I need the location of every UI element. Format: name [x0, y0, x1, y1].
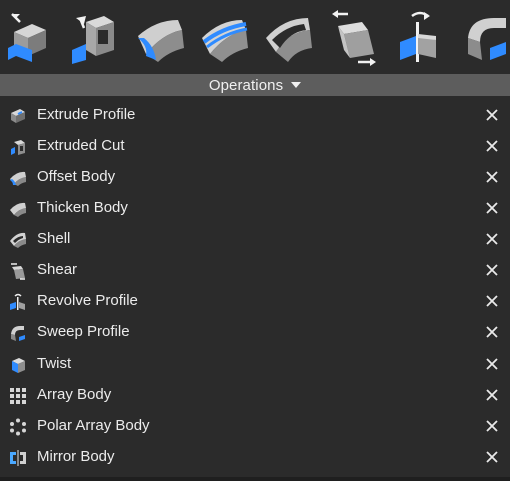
close-icon[interactable] — [484, 449, 500, 465]
list-item-label: Revolve Profile — [37, 292, 138, 309]
close-icon[interactable] — [484, 262, 500, 278]
extruded-cut-tool-icon[interactable] — [66, 8, 120, 66]
list-item-label: Extrude Profile — [37, 106, 136, 123]
list-item-label: Twist — [37, 355, 72, 372]
list-item-thicken-body[interactable]: Thicken Body — [0, 193, 510, 224]
close-icon[interactable] — [484, 356, 500, 372]
array-icon — [10, 388, 26, 404]
list-item-extrude-profile[interactable]: Extrude Profile — [0, 100, 510, 131]
thicken-body-tool-icon[interactable] — [198, 8, 252, 66]
extruded-cut-icon — [11, 140, 25, 155]
close-icon[interactable] — [484, 200, 500, 216]
shell-icon — [10, 232, 26, 248]
list-item-label: Array Body — [37, 386, 112, 403]
close-icon[interactable] — [484, 418, 500, 434]
list-item-revolve-profile[interactable]: Revolve Profile — [0, 286, 510, 317]
list-item-array-body[interactable]: Array Body — [0, 380, 510, 411]
operations-list: Extrude Profile Extruded Cut Offset Body… — [0, 100, 510, 477]
thicken-body-icon — [10, 202, 26, 217]
list-item-label: Thicken Body — [37, 199, 128, 216]
shear-tool-icon[interactable] — [328, 8, 382, 66]
list-item-extruded-cut[interactable]: Extruded Cut — [0, 131, 510, 162]
list-item-shell[interactable]: Shell — [0, 224, 510, 255]
polar-array-icon — [10, 418, 26, 436]
close-icon[interactable] — [484, 231, 500, 247]
offset-body-tool-icon[interactable] — [134, 8, 188, 66]
close-icon[interactable] — [484, 138, 500, 154]
extrude-icon — [11, 109, 25, 123]
operations-toolbar — [0, 0, 510, 72]
bottom-edge — [0, 477, 510, 481]
shear-icon — [11, 263, 25, 280]
close-icon[interactable] — [484, 387, 500, 403]
list-item-twist[interactable]: Twist — [0, 349, 510, 380]
list-item-offset-body[interactable]: Offset Body — [0, 162, 510, 193]
list-item-label: Mirror Body — [37, 448, 115, 465]
close-icon[interactable] — [484, 169, 500, 185]
close-icon[interactable] — [484, 324, 500, 340]
chevron-down-icon[interactable] — [291, 82, 302, 88]
operations-header[interactable]: Operations — [0, 74, 510, 96]
shell-tool-icon[interactable] — [262, 8, 316, 66]
close-icon[interactable] — [484, 107, 500, 123]
list-item-label: Sweep Profile — [37, 323, 130, 340]
close-icon[interactable] — [484, 293, 500, 309]
list-item-label: Shell — [37, 230, 71, 247]
twist-icon — [12, 358, 25, 373]
list-item-label: Polar Array Body — [37, 417, 150, 434]
sweep-icon — [11, 326, 25, 341]
list-item-label: Extruded Cut — [37, 137, 125, 154]
extrude-profile-tool-icon[interactable] — [2, 8, 56, 66]
offset-body-icon — [10, 171, 26, 186]
revolve-icon — [10, 293, 25, 310]
list-item-label: Offset Body — [37, 168, 116, 185]
list-item-polar-array-body[interactable]: Polar Array Body — [0, 411, 510, 442]
list-item-label: Shear — [37, 261, 78, 278]
list-item-sweep-profile[interactable]: Sweep Profile — [0, 317, 510, 348]
list-item-mirror-body[interactable]: Mirror Body — [0, 442, 510, 473]
list-item-shear[interactable]: Shear — [0, 255, 510, 286]
sweep-profile-tool-icon[interactable] — [460, 8, 510, 66]
mirror-icon — [10, 450, 26, 466]
revolve-profile-tool-icon[interactable] — [396, 8, 450, 66]
operations-header-title: Operations — [208, 76, 284, 94]
